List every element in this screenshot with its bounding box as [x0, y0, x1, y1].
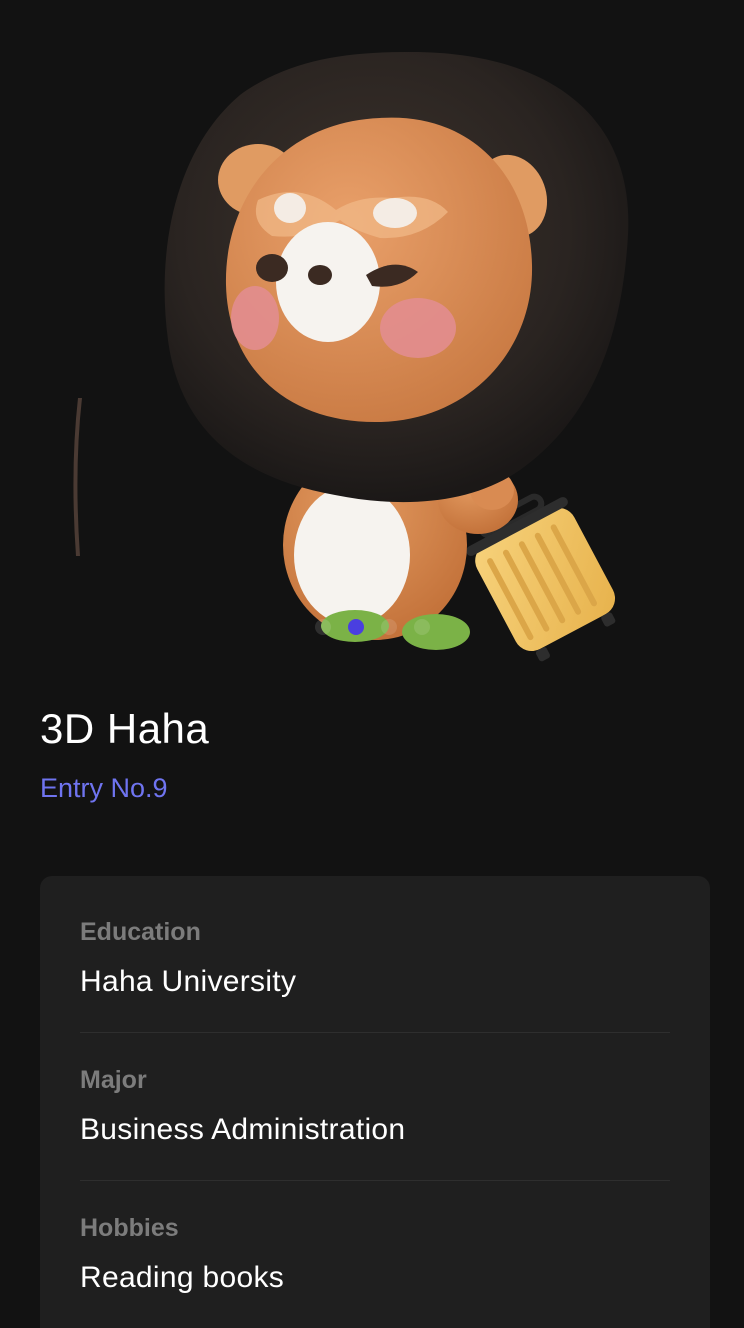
detail-label: Education — [80, 918, 201, 946]
detail-row-education: Education Haha University — [80, 916, 670, 1002]
detail-value: Reading books — [80, 1261, 285, 1294]
carousel-dot-1[interactable] — [314, 619, 331, 635]
character-image-carousel[interactable] — [0, 0, 744, 668]
detail-label: Hobbies — [80, 1214, 179, 1242]
details-card: Education Haha University Major Business… — [40, 876, 710, 1328]
lion-character-illustration — [73, 51, 629, 662]
detail-value: Business Administration — [80, 1113, 406, 1146]
carousel-pagination — [0, 619, 744, 635]
detail-row-hobbies: Hobbies Reading books — [80, 1212, 670, 1298]
detail-row-major: Major Business Administration — [80, 1064, 670, 1150]
detail-label: Major — [80, 1066, 147, 1094]
carousel-dot-2-active[interactable] — [347, 619, 364, 635]
carousel-dot-3[interactable] — [380, 619, 397, 635]
carousel-dot-4[interactable] — [413, 619, 430, 635]
divider — [80, 1180, 670, 1181]
entry-number: Entry No.9 — [40, 773, 168, 803]
profile-page: 3D Haha Entry No.9 Education Haha Univer… — [0, 0, 744, 1328]
character-name: 3D Haha — [40, 705, 210, 752]
detail-value: Haha University — [80, 965, 297, 998]
divider — [80, 1032, 670, 1033]
